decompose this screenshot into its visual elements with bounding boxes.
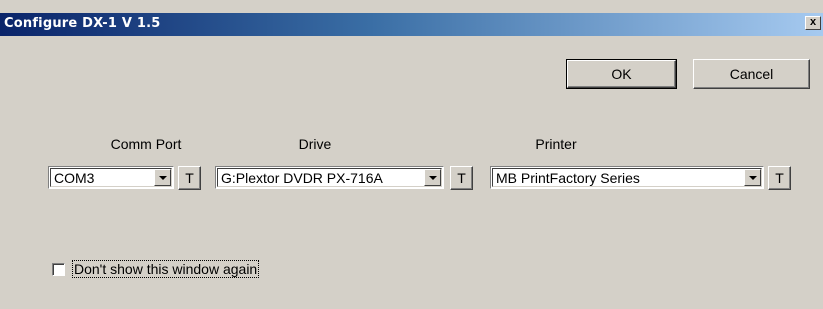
- drive-value: G:Plextor DVDR PX-716A: [221, 170, 383, 186]
- drive-select[interactable]: G:Plextor DVDR PX-716A: [215, 166, 444, 189]
- chevron-down-icon[interactable]: [744, 169, 761, 186]
- chevron-down-icon[interactable]: [424, 169, 441, 186]
- drive-test-label: T: [457, 170, 466, 186]
- printer-test-label: T: [775, 170, 784, 186]
- dont-show-label[interactable]: Don't show this window again: [71, 260, 260, 278]
- close-button[interactable]: x: [805, 16, 821, 30]
- ok-button[interactable]: OK: [566, 59, 677, 89]
- printer-test-button[interactable]: T: [768, 166, 791, 190]
- cancel-button[interactable]: Cancel: [693, 59, 810, 89]
- printer-value: MB PrintFactory Series: [496, 170, 640, 186]
- chevron-down-icon[interactable]: [154, 169, 171, 186]
- comm-port-value: COM3: [54, 170, 95, 186]
- comm-port-test-button[interactable]: T: [178, 166, 201, 190]
- dont-show-checkbox[interactable]: [52, 263, 65, 276]
- comm-port-label: Comm Port: [110, 136, 182, 152]
- comm-port-test-label: T: [185, 170, 194, 186]
- drive-label: Drive: [298, 136, 332, 152]
- configure-dialog: Configure DX-1 V 1.5 x OK Cancel Comm Po…: [0, 0, 823, 309]
- window-title: Configure DX-1 V 1.5: [4, 16, 161, 31]
- drive-test-button[interactable]: T: [450, 166, 473, 190]
- printer-label: Printer: [535, 136, 577, 152]
- printer-select[interactable]: MB PrintFactory Series: [490, 166, 764, 189]
- comm-port-select[interactable]: COM3: [48, 166, 174, 189]
- cancel-button-label: Cancel: [729, 66, 774, 82]
- close-icon: x: [809, 16, 817, 28]
- title-bar[interactable]: Configure DX-1 V 1.5 x: [0, 13, 823, 36]
- ok-button-label: OK: [611, 66, 632, 82]
